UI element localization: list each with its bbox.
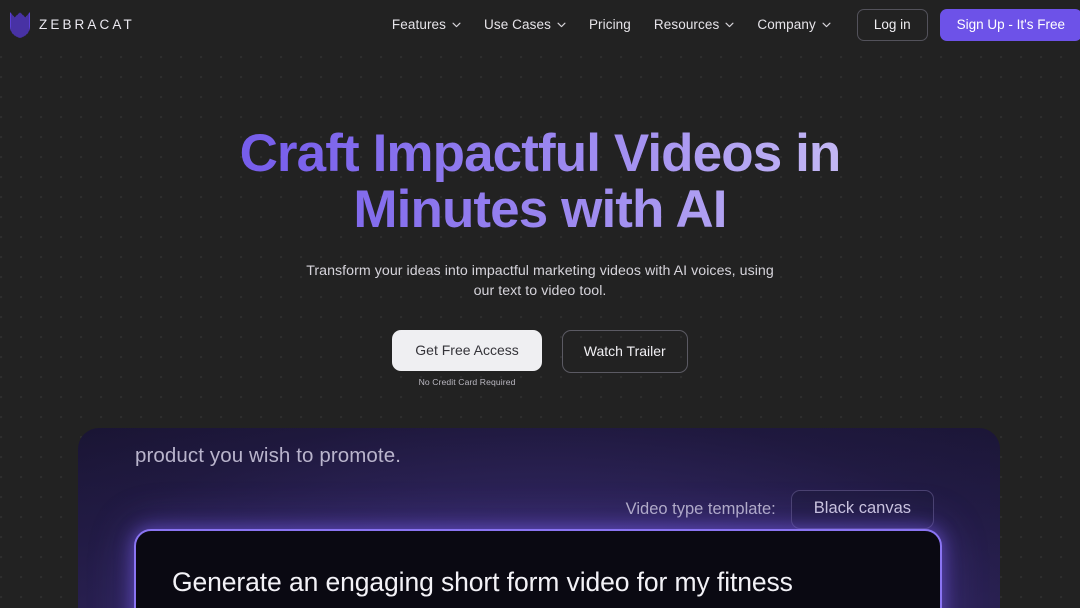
nav-item-features[interactable]: Features [392,17,461,32]
chevron-down-icon [557,22,566,27]
video-type-template-select[interactable]: Black canvas [790,490,934,529]
headline-line-1: Craft Impactful Videos in [239,124,841,183]
demo-panel-inner: product you wish to promote. Video type … [78,428,1000,608]
demo-video-panel[interactable]: product you wish to promote. Video type … [78,428,1000,608]
login-button[interactable]: Log in [856,8,928,41]
nav-item-label: Resources [653,17,720,32]
chevron-down-icon [725,22,734,27]
no-credit-card-note: No Credit Card Required [418,377,516,387]
nav-item-label: Company [757,17,816,32]
cta-row: Get Free Access No Credit Card Required … [0,330,1080,387]
watch-trailer-button[interactable]: Watch Trailer [561,330,688,373]
get-free-access-button[interactable]: Get Free Access [392,330,542,371]
signup-button[interactable]: Sign Up - It's Free [939,8,1080,41]
video-type-template-row: Video type template: Black canvas [626,490,934,529]
hero-section: Craft Impactful Videos in Minutes with A… [0,49,1080,387]
nav-item-label: Pricing [588,17,631,32]
hero-subtitle: Transform your ideas into impactful mark… [0,261,1080,301]
chevron-down-icon [822,22,831,27]
video-type-template-label: Video type template: [625,500,776,518]
demo-caption-text: product you wish to promote. [135,444,402,467]
page-title: Craft Impactful Videos in Minutes with A… [0,126,1080,238]
nav-item-label: Features [391,17,446,32]
brand-logo[interactable]: ZEBRACAT [8,11,135,38]
subtitle-line-1: Transform your ideas into impactful mark… [306,263,774,279]
nav-item-company[interactable]: Company [757,17,831,32]
nav-item-label: Use Cases [484,17,551,32]
subtitle-line-2: our text to video tool. [473,283,607,299]
headline-line-2: Minutes with AI [353,180,727,239]
prompt-input-value: Generate an engaging short form video fo… [172,567,793,597]
chevron-down-icon [452,22,461,27]
nav-item-pricing[interactable]: Pricing [589,17,631,32]
primary-cta-group: Get Free Access No Credit Card Required [392,330,542,387]
nav-item-resources[interactable]: Resources [654,17,734,32]
zebracat-shield-icon [10,11,30,38]
brand-name: ZEBRACAT [39,17,135,32]
prompt-input-box[interactable]: Generate an engaging short form video fo… [134,529,942,608]
landing-page: ZEBRACAT Features Use Cases Pricing Reso… [0,0,1080,608]
nav-item-use-cases[interactable]: Use Cases [484,17,566,32]
nav-links: Features Use Cases Pricing Resources Com… [392,17,831,32]
nav-actions: Log in Sign Up - It's Free [856,8,1080,41]
top-navigation-bar: ZEBRACAT Features Use Cases Pricing Reso… [0,0,1080,49]
